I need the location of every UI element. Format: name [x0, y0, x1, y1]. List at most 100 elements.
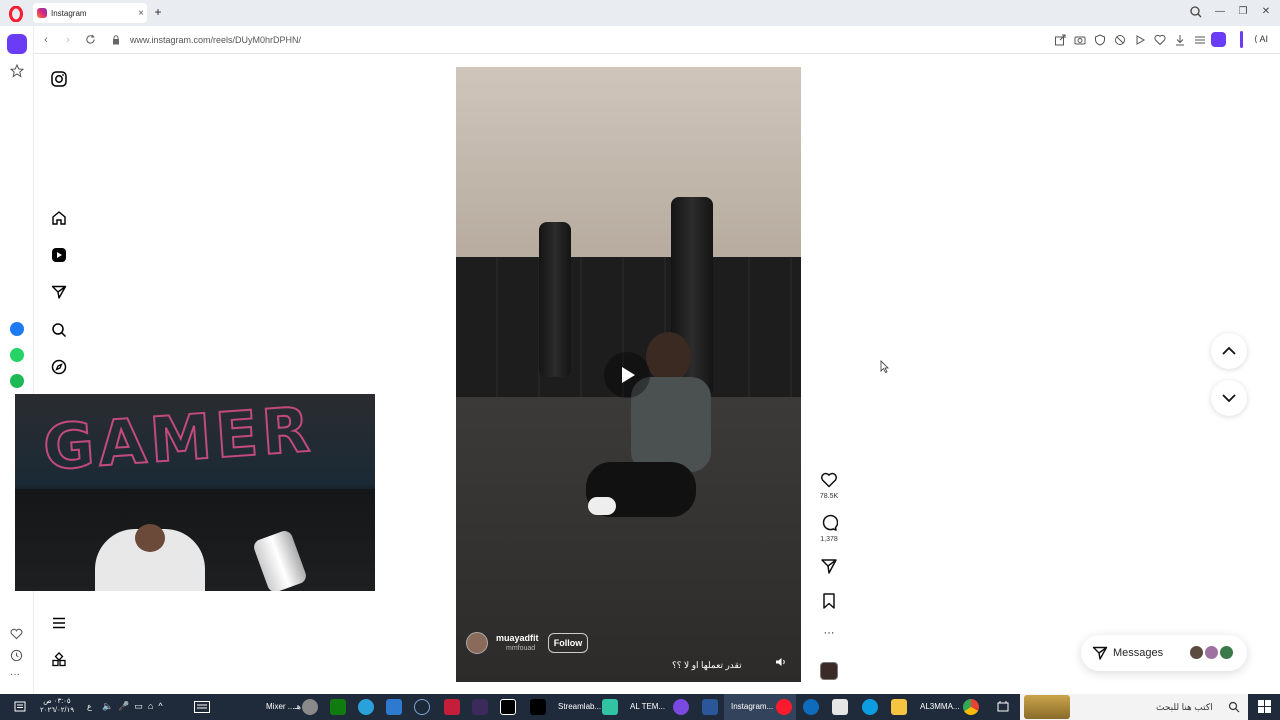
more-options-icon[interactable]: ··· [820, 627, 838, 639]
save-bookmark-icon[interactable] [820, 592, 838, 610]
altem-app-icon[interactable] [673, 699, 689, 715]
share-icon[interactable] [1054, 34, 1066, 46]
chrome-icon[interactable] [963, 699, 979, 715]
microsoft-store-icon[interactable] [832, 699, 848, 715]
app-icon-2[interactable] [803, 699, 819, 715]
reload-icon[interactable] [85, 34, 96, 45]
xbox-icon[interactable] [330, 699, 346, 715]
player-icon[interactable] [1134, 34, 1146, 46]
steam-icon[interactable] [414, 699, 430, 715]
more-sidebar-icon[interactable]: ··· [10, 669, 20, 680]
notification-center-icon[interactable] [14, 701, 26, 713]
also-from-meta-icon[interactable] [51, 652, 67, 668]
aria-ai-icon: ⟨ [1254, 34, 1258, 44]
lock-icon[interactable] [112, 35, 120, 45]
download-icon[interactable] [1174, 34, 1186, 46]
taskbar-altem-label[interactable]: AL TEM... [630, 702, 665, 711]
messages-button[interactable]: Messages [1081, 635, 1247, 671]
home-icon[interactable] [51, 210, 67, 226]
comment-count: 1,378 [820, 536, 838, 543]
address-bar: ‹ › www.instagram.com/reels/DUyM0hrDPHN/… [34, 26, 1280, 54]
streamlabs-icon[interactable] [602, 699, 618, 715]
telegram-icon[interactable] [358, 699, 374, 715]
clock[interactable]: ٠٣:٠٥ ص ٢٠٢٦/٠٢/١٩ [40, 697, 74, 715]
mouse-cursor-icon [880, 360, 889, 373]
like-count: 78.5K [819, 493, 839, 500]
heart-sidebar-icon[interactable] [10, 628, 23, 640]
browser-tab-bar: Instagram × + — ❐ ✕ [0, 0, 1280, 26]
direct-messages-icon[interactable] [51, 284, 67, 300]
back-button[interactable]: ‹ [40, 34, 52, 46]
reel-author-avatar[interactable] [466, 632, 488, 654]
star-bookmarks-icon[interactable] [10, 64, 24, 78]
favorite-heart-icon[interactable] [1154, 34, 1166, 46]
home-speed-dial-icon[interactable] [7, 34, 27, 54]
webcam-person-head [135, 524, 165, 552]
minimize-button[interactable]: — [1213, 5, 1227, 19]
messages-send-icon [1092, 646, 1108, 660]
keyboard-icon[interactable] [194, 701, 210, 713]
url-field[interactable]: www.instagram.com/reels/DUyM0hrDPHN/ [130, 35, 301, 45]
word-icon[interactable] [702, 699, 718, 715]
reel-author-username[interactable]: muayadfit [496, 633, 539, 643]
valorant-icon[interactable] [444, 699, 460, 715]
taskbar-search-box[interactable]: اكتب هنا للبحث [1020, 694, 1248, 720]
easy-setup-icon[interactable] [1194, 34, 1206, 46]
previous-reel-chevron-up-icon[interactable] [1211, 333, 1247, 369]
comment-icon[interactable] [820, 514, 838, 532]
app-store-icon[interactable] [386, 699, 402, 715]
taskbar-al3mma-label[interactable]: AL3MMA... [920, 702, 960, 711]
input-language[interactable]: ع [87, 702, 92, 711]
taskbar-instagram-label: Instagram... [731, 702, 774, 711]
instagram-logo-icon[interactable] [51, 71, 67, 87]
play-icon[interactable] [604, 352, 650, 398]
aria-ai-button[interactable]: ⟨ AI [1254, 34, 1268, 45]
audio-thumbnail[interactable] [820, 662, 838, 680]
more-menu-icon[interactable] [51, 615, 67, 631]
reels-icon[interactable] [51, 247, 67, 263]
search-tabs-icon[interactable] [1189, 5, 1203, 19]
mixer-app-icon[interactable] [302, 699, 318, 715]
spotify-icon[interactable] [10, 374, 24, 388]
like-heart-icon[interactable] [820, 471, 838, 489]
profile-avatar[interactable] [1211, 32, 1226, 47]
search-icon[interactable] [51, 322, 67, 338]
volume-icon[interactable] [775, 657, 787, 667]
capcut-icon[interactable] [500, 699, 516, 715]
snapshot-icon[interactable] [1074, 34, 1086, 46]
tray-icons[interactable]: 🔈🎤▭⌂^ [102, 701, 168, 712]
follow-button[interactable]: Follow [548, 633, 588, 653]
task-view-icon[interactable] [996, 700, 1010, 714]
file-explorer-icon[interactable] [891, 699, 907, 715]
messenger-icon[interactable] [10, 322, 24, 336]
whatsapp-icon[interactable] [10, 348, 24, 362]
aria-ai-label: AI [1259, 34, 1269, 44]
explore-compass-icon[interactable] [51, 359, 67, 375]
history-icon[interactable] [10, 649, 23, 662]
restore-button[interactable]: ❐ [1236, 5, 1250, 19]
opera-sidebar: ··· [0, 26, 34, 694]
tab-instagram[interactable]: Instagram × [33, 3, 147, 23]
app-icon-1[interactable] [472, 699, 488, 715]
tiktok-icon[interactable] [530, 699, 546, 715]
close-window-button[interactable]: ✕ [1259, 5, 1273, 19]
next-reel-chevron-down-icon[interactable] [1211, 380, 1247, 416]
webcam-overlay: GAMER [15, 394, 375, 591]
opera-logo-icon[interactable] [8, 6, 24, 22]
search-highlight-image [1024, 695, 1070, 719]
taskbar-instagram-active[interactable]: Instagram... [724, 694, 796, 720]
extensions-icon[interactable] [1114, 34, 1126, 46]
taskbar-streamlab-label[interactable]: Streamlab... [558, 702, 601, 711]
reel-audio-label[interactable]: mmfouad [506, 645, 535, 652]
taskbar-mixer-label[interactable]: Mixer ...هـ [266, 702, 301, 711]
windows-taskbar: ٠٣:٠٥ ص ٢٠٢٦/٠٢/١٩ ع 🔈🎤▭⌂^ Mixer ...هـ S… [0, 694, 1280, 720]
forward-button[interactable]: › [62, 34, 74, 46]
new-tab-button[interactable]: + [151, 5, 165, 19]
tab-close-icon[interactable]: × [135, 8, 147, 19]
vpn-shield-icon[interactable] [1094, 34, 1106, 46]
edge-icon[interactable] [862, 699, 878, 715]
share-send-icon[interactable] [820, 557, 838, 575]
windows-start-icon[interactable] [1258, 700, 1271, 713]
search-placeholder: اكتب هنا للبحث [1156, 702, 1213, 712]
clock-time: ٠٣:٠٥ ص [43, 698, 71, 705]
